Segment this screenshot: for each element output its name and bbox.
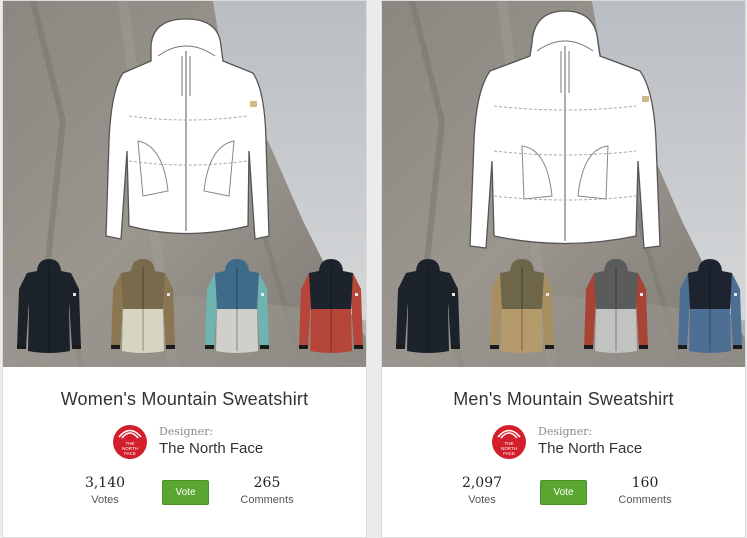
logo-text-line-3: FACE [124, 451, 136, 456]
comments-count: 160 [631, 475, 659, 491]
comments-count: 265 [253, 475, 281, 491]
comments-label: Comments [240, 494, 294, 506]
designer-label: Designer: [538, 425, 593, 438]
product-card-mens[interactable]: Men's Mountain Sweatshirt THE NORTH FACE… [381, 0, 746, 538]
designer-label: Designer: [159, 425, 214, 438]
votes-stat: 3,140 Votes [70, 475, 140, 506]
votes-stat: 2,097 Votes [447, 475, 517, 506]
votes-label: Votes [91, 494, 119, 506]
logo-text-line-3: FACE [503, 451, 515, 456]
brand-logo[interactable]: THE NORTH FACE [113, 425, 147, 459]
vote-button[interactable]: Vote [540, 480, 587, 505]
product-image[interactable] [382, 1, 745, 367]
north-face-logo-icon: THE NORTH FACE [497, 429, 521, 456]
product-card-womens[interactable]: Women's Mountain Sweatshirt THE NORTH FA… [2, 0, 367, 538]
votes-count: 2,097 [461, 475, 503, 491]
designer-name-link[interactable]: The North Face [538, 440, 642, 457]
comments-stat[interactable]: 160 Comments [610, 475, 680, 506]
product-grid: Women's Mountain Sweatshirt THE NORTH FA… [0, 0, 747, 538]
votes-count: 3,140 [84, 475, 126, 491]
comments-label: Comments [618, 494, 672, 506]
product-illustration [3, 1, 366, 367]
product-image[interactable] [3, 1, 366, 367]
product-info: Men's Mountain Sweatshirt THE NORTH FACE… [382, 367, 745, 537]
product-title[interactable]: Men's Mountain Sweatshirt [382, 389, 745, 410]
comments-stat[interactable]: 265 Comments [232, 475, 302, 506]
vote-button[interactable]: Vote [162, 480, 209, 505]
product-info: Women's Mountain Sweatshirt THE NORTH FA… [3, 367, 366, 537]
brand-logo[interactable]: THE NORTH FACE [492, 425, 526, 459]
designer-block: THE NORTH FACE Designer: The North Face [492, 425, 712, 459]
votes-label: Votes [468, 494, 496, 506]
product-illustration [382, 1, 745, 367]
north-face-logo-icon: THE NORTH FACE [118, 429, 142, 456]
product-title[interactable]: Women's Mountain Sweatshirt [3, 389, 366, 410]
designer-block: THE NORTH FACE Designer: The North Face [113, 425, 333, 459]
designer-name-link[interactable]: The North Face [159, 440, 263, 457]
